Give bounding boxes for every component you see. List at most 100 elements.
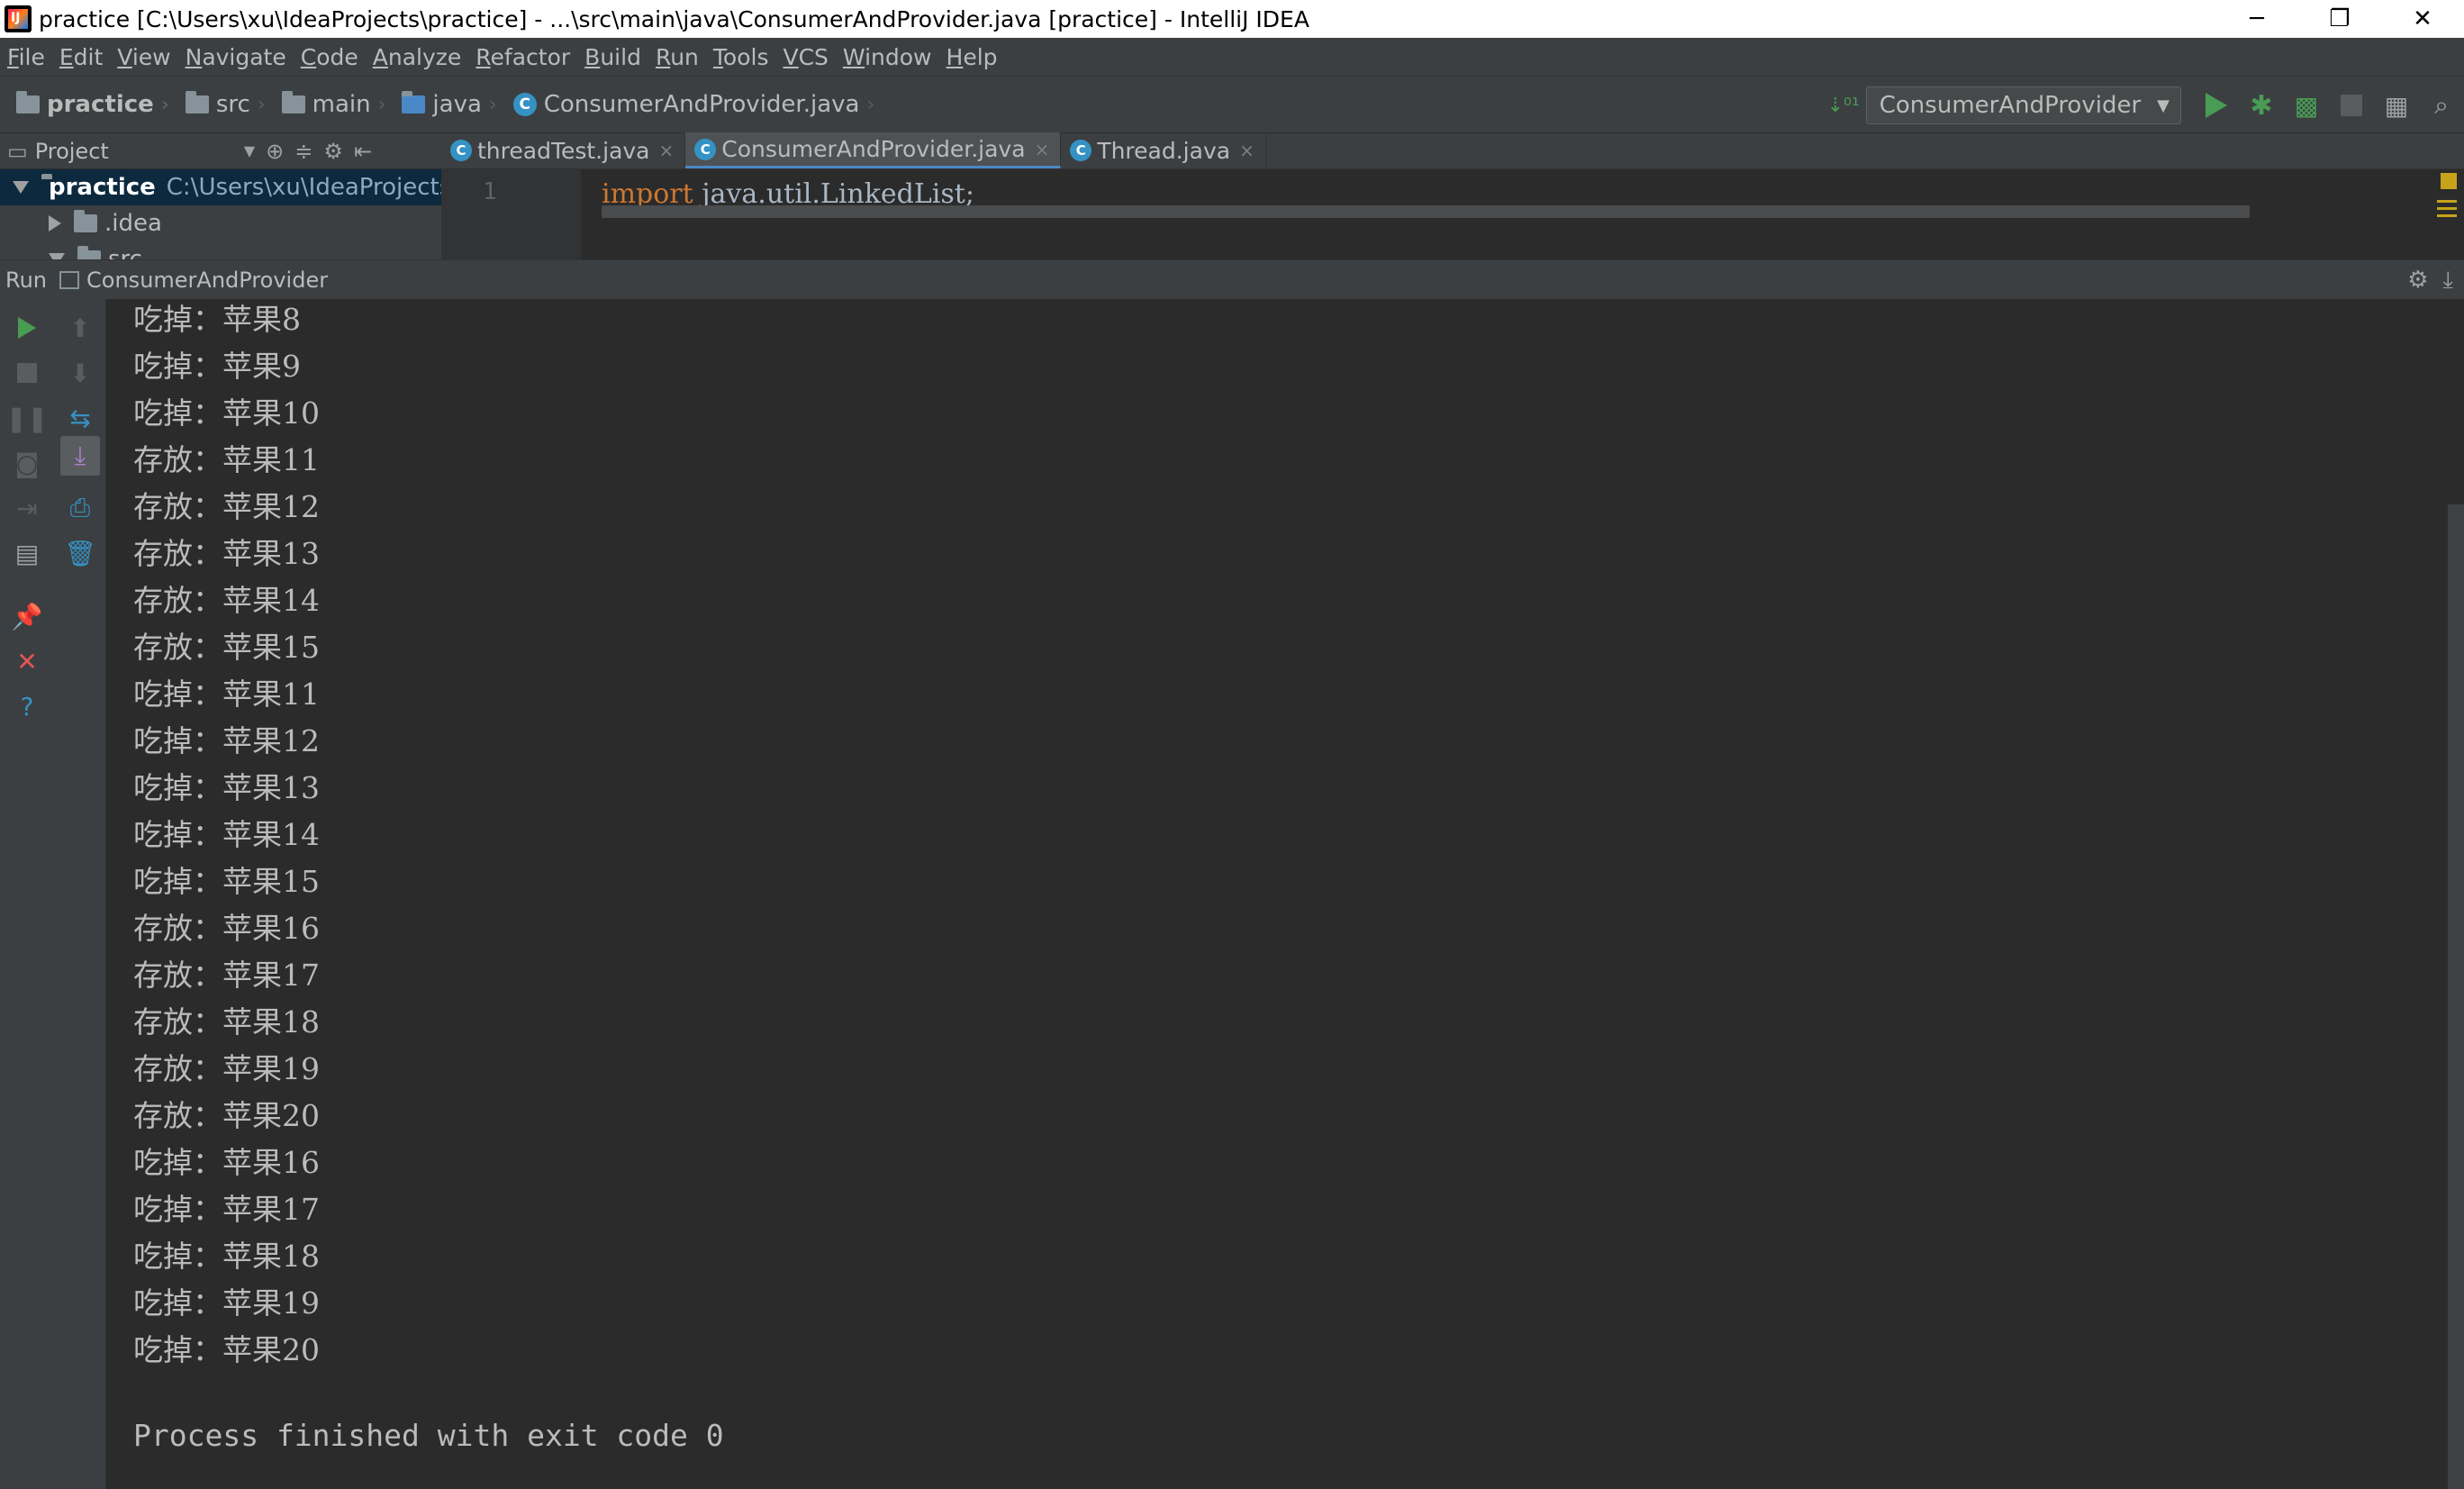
play-icon — [18, 317, 36, 339]
hide-panel-icon[interactable]: ⇤ — [354, 139, 372, 164]
tree-item-practice[interactable]: practice C:\Users\xu\IdeaProjects\practi… — [0, 169, 441, 205]
menu-run[interactable]: Run — [656, 44, 699, 70]
console-lines: 吃掉：苹果8 吃掉：苹果9 吃掉：苹果10 存放：苹果11 存放：苹果12 存放：苹果13… — [133, 299, 320, 1373]
expand-arrow-icon[interactable] — [49, 215, 61, 232]
run-button[interactable] — [2194, 83, 2239, 128]
hide-panel-icon[interactable]: ⤓ — [2443, 267, 2454, 295]
stop-button[interactable] — [2329, 83, 2374, 128]
project-structure-button[interactable]: ▦ — [2374, 83, 2419, 128]
console-line: 存放：苹果12 — [133, 489, 320, 524]
breadcrumb-java[interactable]: java › — [402, 91, 497, 118]
console-line: 吃掉：苹果19 — [133, 1285, 320, 1321]
folder-icon — [281, 91, 305, 113]
run-toolbar-primary: ❚❚ ◙ ⇥ ▤ 📌 ✕ ? — [0, 299, 54, 1489]
console-line: 存放：苹果20 — [133, 1098, 320, 1133]
tree-item-idea[interactable]: .idea — [0, 205, 441, 241]
collapse-all-icon[interactable]: ≑ — [294, 139, 313, 164]
menu-file[interactable]: File — [7, 44, 45, 70]
minimize-button[interactable]: ─ — [2215, 0, 2298, 38]
expand-arrow-icon[interactable] — [49, 253, 65, 259]
expand-arrow-icon[interactable] — [13, 181, 29, 194]
down-stack-button[interactable]: ⬇ — [60, 353, 100, 393]
breadcrumb-main[interactable]: main › — [281, 91, 385, 118]
view-dropdown-icon[interactable]: ▼ — [244, 142, 255, 159]
console-line: 吃掉：苹果20 — [133, 1332, 320, 1367]
folder-icon — [77, 246, 101, 259]
breadcrumb-file[interactable]: C ConsumerAndProvider.java › — [512, 91, 874, 118]
close-icon[interactable]: × — [659, 140, 675, 161]
chevron-right-icon: › — [488, 93, 497, 116]
tab-consumerandprovider[interactable]: C ConsumerAndProvider.java × — [685, 132, 1062, 168]
warning-markers[interactable] — [2437, 200, 2457, 222]
close-run-button[interactable]: ✕ — [7, 641, 47, 681]
menu-code[interactable]: Code — [301, 44, 358, 70]
console-line: 存放：苹果16 — [133, 911, 320, 946]
run-with-coverage-button[interactable]: ▩ — [2284, 83, 2329, 128]
help-button[interactable]: ? — [7, 686, 47, 726]
code-editor[interactable]: 1 import java.util.LinkedList; — [441, 169, 2464, 259]
close-icon[interactable]: × — [1239, 140, 1255, 161]
tab-threadtest[interactable]: C threadTest.java × — [441, 132, 686, 168]
horizontal-scrollbar[interactable] — [602, 205, 2250, 218]
menu-window[interactable]: Window — [843, 44, 932, 70]
run-panel-label[interactable]: Run — [5, 268, 47, 293]
restore-button[interactable]: ❐ — [2298, 0, 2381, 38]
menu-edit[interactable]: Edit — [59, 44, 103, 70]
tree-item-src[interactable]: src — [0, 241, 441, 259]
menu-help[interactable]: Help — [947, 44, 998, 70]
pause-icon: ❚❚ — [5, 403, 49, 433]
up-stack-button[interactable]: ⬆ — [60, 308, 100, 348]
menu-analyze[interactable]: Analyze — [373, 44, 462, 70]
gear-icon[interactable]: ⚙ — [2407, 267, 2428, 294]
menu-vcs[interactable]: VCS — [783, 44, 828, 70]
warning-icon[interactable] — [2441, 173, 2457, 189]
tab-label: threadTest.java — [477, 137, 650, 164]
project-panel-label[interactable]: Project — [35, 139, 109, 164]
breadcrumb-src[interactable]: src › — [185, 91, 266, 118]
pin-tab-button[interactable]: 📌 — [7, 596, 47, 636]
stop-button[interactable] — [7, 353, 47, 393]
console-line: 吃掉：苹果8 — [133, 302, 301, 337]
pause-button[interactable]: ❚❚ — [5, 398, 49, 438]
scroll-from-source-icon[interactable]: ⊕ — [266, 139, 284, 164]
menu-navigate[interactable]: Navigate — [186, 44, 286, 70]
console-output[interactable]: 吃掉：苹果8 吃掉：苹果9 吃掉：苹果10 存放：苹果11 存放：苹果12 存放：苹果13… — [106, 299, 2448, 1489]
console-line: 吃掉：苹果17 — [133, 1192, 320, 1227]
run-panel-config-tab[interactable]: ConsumerAndProvider — [86, 268, 328, 293]
search-everywhere-button[interactable]: ⌕ — [2419, 83, 2464, 128]
chevron-right-icon: › — [160, 93, 169, 116]
gear-icon[interactable]: ⚙ — [323, 139, 343, 164]
tab-label: ConsumerAndProvider.java — [721, 136, 1026, 162]
tree-root-name: practice — [49, 174, 156, 201]
dump-threads-button[interactable]: ◙ — [7, 443, 47, 483]
breadcrumb-project[interactable]: practice › — [16, 91, 169, 118]
scroll-to-end-button[interactable]: ⤓ — [60, 436, 100, 476]
print-button[interactable]: ⎙ — [60, 488, 100, 528]
exit-icon: ⇥ — [16, 493, 38, 523]
soft-wrap-button[interactable]: ⇆ — [60, 398, 100, 438]
rerun-button[interactable] — [7, 308, 47, 348]
menu-tools[interactable]: Tools — [713, 44, 769, 70]
build-project-icon[interactable]: ⇣⁰¹ — [1821, 83, 1866, 128]
breadcrumb-file-label: ConsumerAndProvider.java — [543, 91, 860, 118]
tab-thread[interactable]: C Thread.java × — [1061, 132, 1266, 168]
restore-layout-button[interactable]: ▤ — [7, 533, 47, 573]
console-line: 吃掉：苹果13 — [133, 770, 320, 805]
coverage-icon: ▩ — [2294, 90, 2319, 121]
soft-wrap-icon: ⇆ — [69, 403, 91, 433]
dropdown-arrow-icon: ▼ — [2157, 95, 2170, 115]
menu-refactor[interactable]: Refactor — [476, 44, 570, 70]
console-scrollbar[interactable] — [2448, 504, 2464, 1489]
close-window-button[interactable]: ✕ — [2381, 0, 2464, 38]
menu-build[interactable]: Build — [584, 44, 641, 70]
project-view-icon: ▭ — [7, 138, 28, 164]
menu-view[interactable]: View — [117, 44, 170, 70]
run-configuration-select[interactable]: ConsumerAndProvider ▼ — [1865, 86, 2181, 124]
clear-all-button[interactable]: 🗑 — [60, 533, 100, 573]
exit-button[interactable]: ⇥ — [7, 488, 47, 528]
debug-button[interactable]: ✱ — [2239, 83, 2284, 128]
scroll-to-end-icon: ⤓ — [74, 440, 86, 470]
close-icon[interactable]: × — [1035, 139, 1050, 160]
layout-icon: ▤ — [14, 538, 40, 568]
project-structure-icon: ▦ — [2384, 90, 2409, 121]
